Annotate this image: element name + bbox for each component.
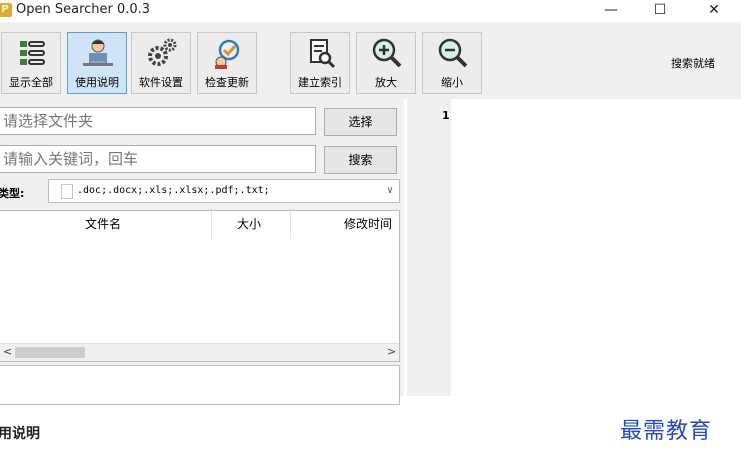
build-index-label: 建立索引 [298,76,342,89]
type-label: 类型: [0,187,25,200]
update-icon [215,39,240,69]
search-button[interactable]: 搜索 [324,146,397,174]
caption-text: 用说明 [0,426,40,442]
check-update-label: 检查更新 [205,76,249,89]
folder-input[interactable]: 请选择文件夹 [0,107,316,135]
app-icon: P [0,3,12,17]
type-select[interactable]: .doc;.docx;.xls;.xlsx;.pdf;.txt; ∨ [48,179,400,203]
help-person-icon [83,39,113,66]
build-index-button[interactable]: 建立索引 [290,32,350,94]
horizontal-scrollbar[interactable]: < > [0,343,399,361]
index-document-icon [310,39,336,69]
help-button[interactable]: 使用说明 [67,32,127,94]
title-bar: P Open Searcher 0.0.3 — ☐ ✕ [0,0,741,22]
chevron-down-icon: ∨ [386,185,393,196]
viewer-panel[interactable]: 1 [407,99,741,396]
show-all-button[interactable]: 显示全部 [1,32,61,94]
column-header-size[interactable]: 大小 [237,215,261,232]
toolbar: 显示全部 使用说明 软件设置 检查更新 建立索引 放大 缩小 搜索就绪 [0,22,741,99]
show-all-label: 显示全部 [9,76,53,89]
zoom-out-label: 缩小 [441,76,463,89]
keyword-input[interactable]: 请输入关键词，回车 [0,145,316,173]
help-label: 使用说明 [75,76,119,89]
column-header-modified[interactable]: 修改时间 [344,215,392,232]
column-divider [290,211,291,239]
line-number: 1 [442,109,450,122]
column-divider [211,211,212,239]
preview-box [0,365,400,405]
type-value: .doc;.docx;.xls;.xlsx;.pdf;.txt; [77,185,270,196]
maximize-button[interactable]: ☐ [645,0,675,22]
status-text: 搜索就绪 [671,57,715,70]
minimize-button[interactable]: — [596,0,626,22]
zoom-in-label: 放大 [375,76,397,89]
zoom-out-button[interactable]: 缩小 [422,32,482,94]
watermark-text: 最需教育 [620,419,713,444]
scroll-right-arrow[interactable]: > [387,345,396,358]
zoom-in-icon [372,38,402,68]
column-header-name[interactable]: 文件名 [85,215,121,232]
file-icon [61,184,73,199]
window-title: Open Searcher 0.0.3 [16,2,151,17]
list-icon [20,41,45,65]
settings-label: 软件设置 [139,76,183,89]
select-folder-button[interactable]: 选择 [324,108,397,136]
scroll-left-arrow[interactable]: < [3,345,12,358]
file-list[interactable]: 文件名 大小 修改时间 < > [0,210,400,362]
settings-button[interactable]: 软件设置 [131,32,191,94]
close-button[interactable]: ✕ [699,0,729,22]
scroll-thumb[interactable] [15,347,85,358]
zoom-out-icon [438,38,468,68]
gear-icon [148,38,177,66]
check-update-button[interactable]: 检查更新 [197,32,257,94]
line-gutter: 1 [407,99,451,396]
zoom-in-button[interactable]: 放大 [356,32,416,94]
left-panel: 请选择文件夹 选择 请输入关键词，回车 搜索 类型: .doc;.docx;.x… [0,99,404,405]
